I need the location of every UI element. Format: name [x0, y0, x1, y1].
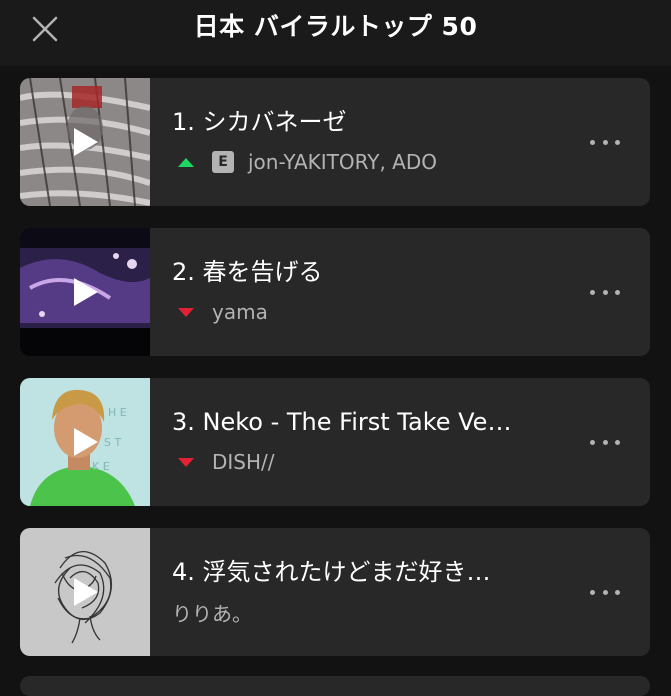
more-dot — [602, 289, 608, 295]
more-options-button[interactable] — [590, 580, 620, 604]
album-art[interactable]: H E S T K E — [20, 378, 150, 506]
track-meta: りりあ。 — [172, 598, 252, 626]
track-meta: DISH// — [172, 448, 275, 476]
trend-up-icon — [178, 157, 194, 167]
track-artist: りりあ。 — [172, 601, 252, 626]
svg-text:S T: S T — [104, 436, 121, 449]
track-row[interactable]: H E S T K E 3. Neko - The First Take Ve…… — [20, 378, 650, 506]
page-title: 日本 バイラルトップ 50 — [193, 12, 478, 41]
close-button[interactable] — [28, 12, 62, 46]
play-icon[interactable] — [72, 576, 100, 608]
more-dot — [615, 139, 620, 145]
more-dot — [615, 589, 620, 595]
play-icon[interactable] — [72, 126, 100, 158]
more-options-button[interactable] — [590, 280, 620, 304]
track-row[interactable]: 4. 浮気されたけどまだ好き… りりあ。 — [20, 528, 650, 656]
album-art[interactable] — [20, 528, 150, 656]
more-dot — [602, 439, 608, 445]
play-icon[interactable] — [72, 276, 100, 308]
header-bar: 日本 バイラルトップ 50 — [0, 0, 671, 66]
track-row-partial[interactable] — [20, 676, 650, 696]
more-dot — [602, 139, 608, 145]
more-dot — [590, 289, 595, 295]
track-meta: yama — [172, 298, 268, 326]
track-title: 1. シカバネーゼ — [172, 108, 347, 136]
track-meta: E jon-YAKITORY, ADO — [172, 148, 437, 176]
close-icon — [32, 16, 58, 42]
more-dot — [590, 589, 595, 595]
more-options-button[interactable] — [590, 130, 620, 154]
explicit-badge: E — [212, 151, 234, 173]
track-title: 4. 浮気されたけどまだ好き… — [172, 558, 491, 586]
track-title: 3. Neko - The First Take Ve… — [172, 408, 512, 436]
album-art[interactable] — [20, 78, 150, 206]
svg-text:K E: K E — [92, 460, 110, 473]
track-row[interactable]: 1. シカバネーゼ E jon-YAKITORY, ADO — [20, 78, 650, 206]
track-artist: yama — [212, 300, 268, 324]
more-options-button[interactable] — [590, 430, 620, 454]
more-dot — [615, 439, 620, 445]
trend-down-icon — [178, 457, 194, 467]
album-art[interactable] — [20, 228, 150, 356]
track-artist: jon-YAKITORY, ADO — [248, 150, 438, 174]
track-artist: DISH// — [212, 450, 275, 474]
trend-down-icon — [178, 307, 194, 317]
more-dot — [602, 589, 608, 595]
more-dot — [590, 439, 595, 445]
more-dot — [590, 139, 595, 145]
more-dot — [615, 289, 620, 295]
svg-text:H E: H E — [108, 406, 127, 419]
track-row[interactable]: 2. 春を告げる yama — [20, 228, 650, 356]
track-title: 2. 春を告げる — [172, 258, 323, 286]
play-icon[interactable] — [72, 426, 100, 458]
